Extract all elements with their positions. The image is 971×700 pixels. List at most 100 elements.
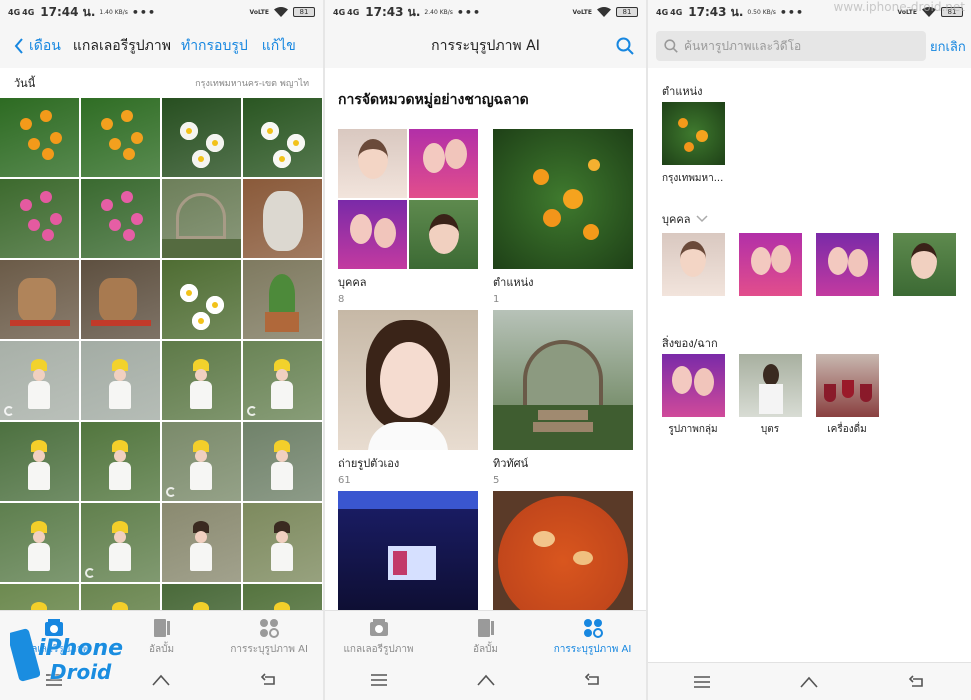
location-thumb[interactable] <box>662 102 725 165</box>
photo-thumbnail[interactable] <box>81 98 160 177</box>
category-count: 1 <box>493 294 500 305</box>
network-indicator: 4G <box>8 7 21 17</box>
people-thumb-4 <box>409 200 478 269</box>
search-box[interactable]: ค้นหารูปภาพและวิดีโอ <box>656 31 926 61</box>
network-indicator: 4G <box>333 7 346 17</box>
photo-thumbnail[interactable] <box>162 179 241 258</box>
loading-spinner-icon <box>85 568 95 578</box>
category-people[interactable]: บุคคล 8 <box>338 129 478 305</box>
phone-logo-icon <box>10 628 40 682</box>
person-thumb[interactable] <box>739 233 802 296</box>
search-placeholder: ค้นหารูปภาพและวิดีโอ <box>684 38 802 53</box>
category-count: 8 <box>338 294 345 305</box>
thing-label: รูปภาพกลุ่ม <box>668 424 718 435</box>
location-thumb-label: กรุงเทพมหา... <box>662 173 724 184</box>
tab-ai[interactable]: การระบุรูปภาพ AI <box>215 617 323 663</box>
tab-gallery[interactable]: แกลเลอรีรูปภาพ <box>325 617 432 663</box>
photo-thumbnail[interactable] <box>243 503 322 582</box>
photo-thumbnail[interactable] <box>162 422 241 501</box>
photo-thumbnail[interactable] <box>81 341 160 420</box>
gallery-screen: 4G 4G 17:44 น. 1.40 KB/s ••• VoLTE 81 เด… <box>0 0 323 700</box>
photo-thumbnail[interactable] <box>81 179 160 258</box>
landscape-image <box>493 310 633 450</box>
category-label: ถ่ายรูปตัวเอง <box>338 457 400 470</box>
search-icon[interactable] <box>616 37 634 55</box>
menu-icon[interactable] <box>370 673 388 687</box>
thing-thumb[interactable] <box>739 354 802 417</box>
photo-thumbnail[interactable] <box>0 260 79 339</box>
category-location[interactable]: ตำแหน่ง 1 <box>493 129 633 305</box>
tab-ai-label: การระบุรูปภาพ AI <box>230 644 308 655</box>
status-bar: 4G 4G 17:44 น. 1.40 KB/s ••• VoLTE 81 <box>0 0 323 24</box>
people-thumb-2 <box>409 129 478 198</box>
location-image <box>493 129 633 269</box>
cancel-button[interactable]: ยกเลิก <box>930 36 966 57</box>
category-landscape[interactable]: ทิวทัศน์ 5 <box>493 310 633 486</box>
category-count: 5 <box>493 475 500 486</box>
back-button[interactable]: เดือน <box>14 35 61 57</box>
gallery-header: เดือน แกลเลอรีรูปภาพ ทำกรอบรูป แก้ไข <box>0 24 323 68</box>
edit-button[interactable]: แก้ไข <box>262 35 296 57</box>
menu-icon[interactable] <box>693 675 711 689</box>
photo-thumbnail[interactable] <box>162 260 241 339</box>
photo-thumbnail[interactable] <box>0 422 79 501</box>
photo-thumbnail[interactable] <box>162 503 241 582</box>
volte-indicator: VoLTE <box>249 8 269 16</box>
photo-thumbnail[interactable] <box>0 98 79 177</box>
bottom-bar <box>648 662 971 700</box>
thing-thumb[interactable] <box>816 354 879 417</box>
person-thumb[interactable] <box>893 233 956 296</box>
photo-thumbnail[interactable] <box>81 260 160 339</box>
back-nav-icon[interactable] <box>908 675 926 689</box>
photo-thumbnail[interactable] <box>0 341 79 420</box>
clock: 17:44 น. <box>40 4 96 19</box>
people-collage <box>338 129 478 269</box>
battery-icon: 81 <box>616 7 638 17</box>
photo-thumbnail[interactable] <box>0 503 79 582</box>
back-nav-icon[interactable] <box>584 673 602 687</box>
home-icon[interactable] <box>800 675 819 689</box>
page-title: การระบุรูปภาพ AI <box>431 38 540 54</box>
photo-thumbnail[interactable] <box>243 422 322 501</box>
back-nav-icon[interactable] <box>260 673 278 687</box>
people-section-title: บุคคล <box>662 213 691 226</box>
status-bar: 4G 4G 17:43 น. 0.50 KB/s ••• VoLTE 81 ww… <box>648 0 971 24</box>
home-icon[interactable] <box>152 673 171 687</box>
section-title: การจัดหมวดหมู่อย่างชาญฉลาด <box>338 92 529 108</box>
album-tab-icon <box>153 619 170 637</box>
thing-thumb[interactable] <box>662 354 725 417</box>
photo-thumbnail[interactable] <box>243 341 322 420</box>
data-speed: 2.40 KB/s <box>424 8 453 16</box>
photo-thumbnail[interactable] <box>243 260 322 339</box>
photo-thumbnail[interactable] <box>0 179 79 258</box>
photo-thumbnail[interactable] <box>81 503 160 582</box>
photo-thumbnail[interactable] <box>243 179 322 258</box>
watermark-site: www.iphone-droid.net <box>833 0 965 14</box>
person-thumb[interactable] <box>662 233 725 296</box>
people-section-header[interactable]: บุคคล <box>662 210 708 228</box>
status-bar: 4G 4G 17:43 น. 2.40 KB/s ••• VoLTE 81 <box>325 0 646 24</box>
loading-spinner-icon <box>166 487 176 497</box>
location-label: กรุงเทพมหานคร-เขต พญาไท <box>195 79 309 89</box>
category-selfie[interactable]: ถ่ายรูปตัวเอง 61 <box>338 310 478 486</box>
data-speed: 1.40 KB/s <box>99 8 128 16</box>
tab-gallery-label: แกลเลอรีรูปภาพ <box>343 644 414 655</box>
selfie-image <box>338 310 478 450</box>
wifi-icon <box>274 7 288 17</box>
clock: 17:43 น. <box>365 4 421 19</box>
tab-albums[interactable]: อัลบั้ม <box>432 617 539 663</box>
frame-button[interactable]: ทำกรอบรูป <box>181 35 248 57</box>
search-header: ค้นหารูปภาพและวิดีโอ ยกเลิก <box>648 24 971 68</box>
photo-thumbnail[interactable] <box>243 98 322 177</box>
photo-thumbnail[interactable] <box>162 341 241 420</box>
photo-thumbnail[interactable] <box>81 422 160 501</box>
tab-ai[interactable]: การระบุรูปภาพ AI <box>539 617 646 663</box>
wifi-icon <box>597 7 611 17</box>
back-label: เดือน <box>29 38 61 54</box>
home-icon[interactable] <box>476 673 495 687</box>
network-indicator: 4G <box>656 7 669 17</box>
photo-thumbnail[interactable] <box>162 98 241 177</box>
location-section-title: ตำแหน่ง <box>662 85 703 98</box>
person-thumb[interactable] <box>816 233 879 296</box>
more-notifications: ••• <box>779 5 804 19</box>
